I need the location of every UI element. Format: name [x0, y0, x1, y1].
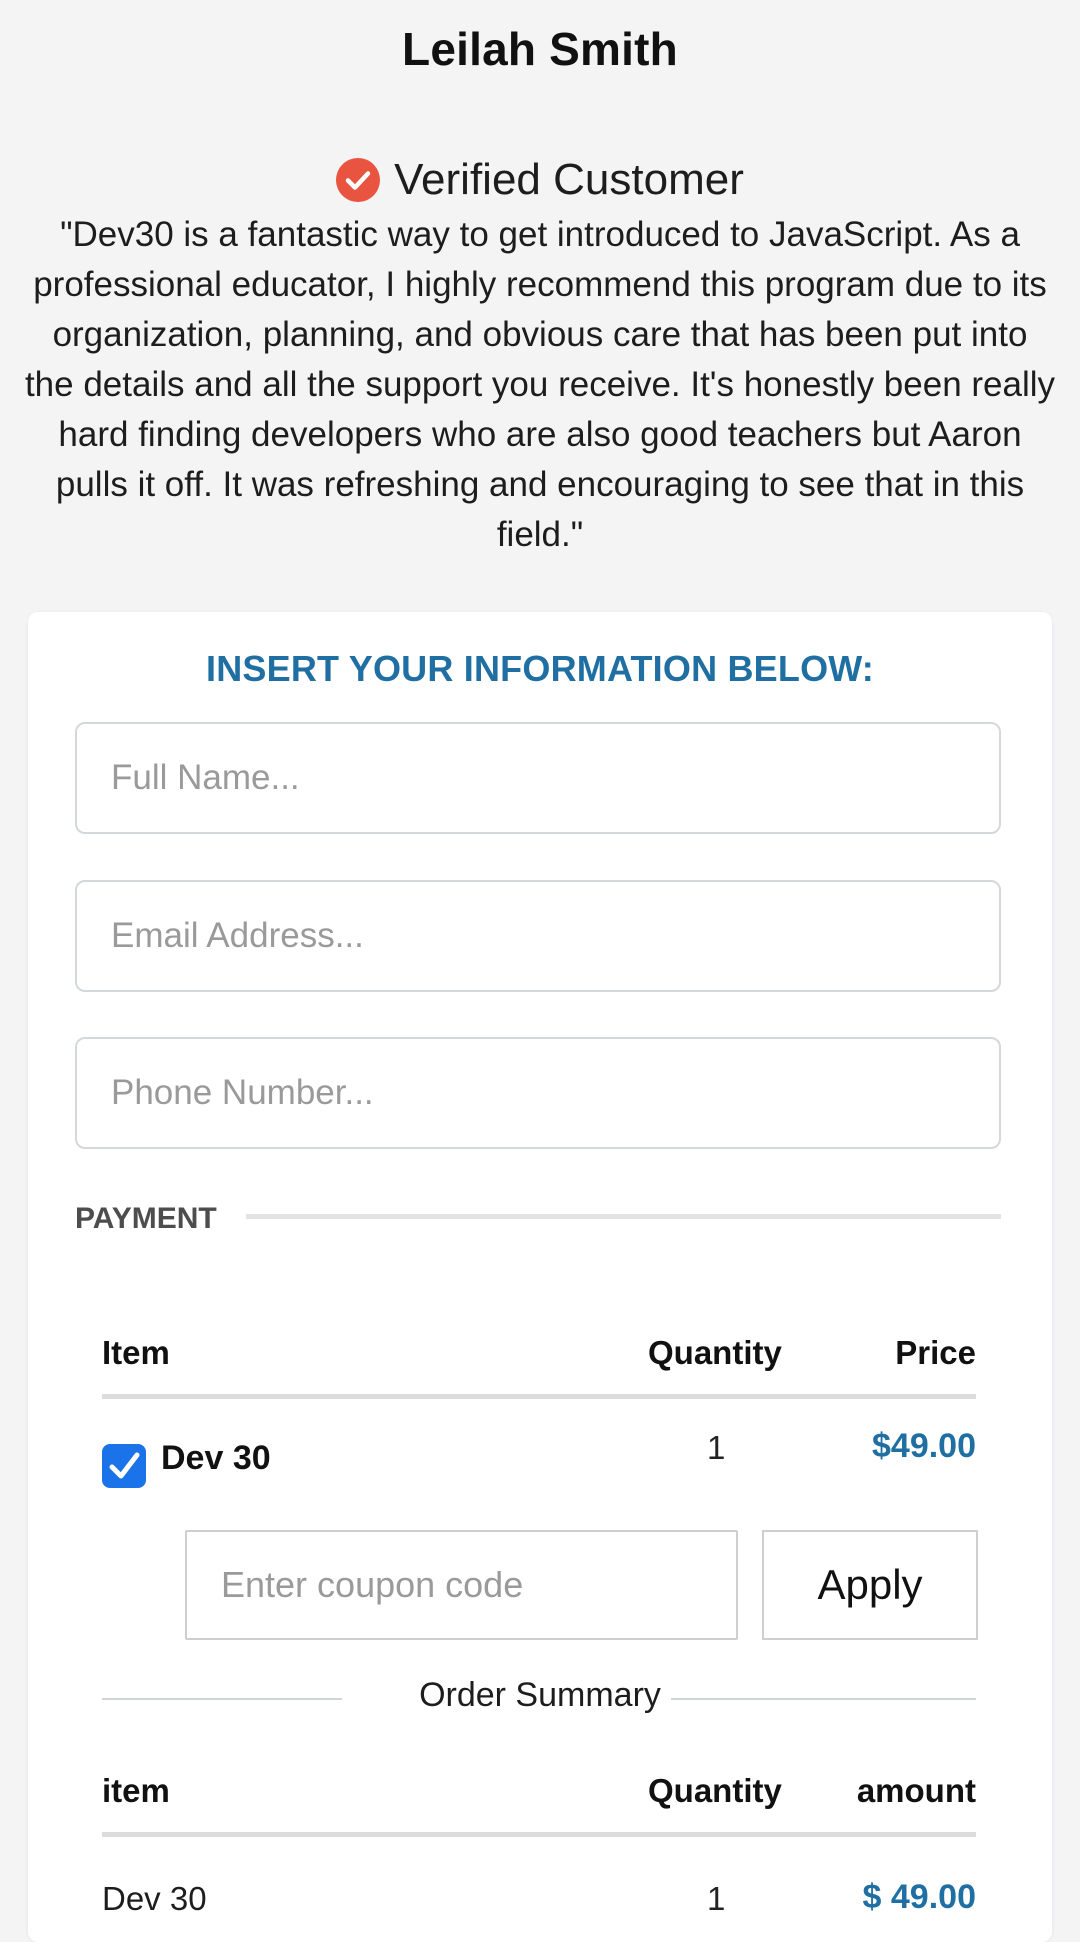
summary-header-item: item	[102, 1772, 170, 1809]
testimonial-quote: "Dev30 is a fantastic way to get introdu…	[24, 215, 1056, 554]
customer-name: Leilah Smith	[402, 23, 678, 75]
summary-item-name: Dev 30	[102, 1880, 207, 1917]
summary-header-divider	[102, 1832, 976, 1837]
payment-item-name: Dev 30	[161, 1439, 271, 1477]
verified-label: Verified Customer	[394, 155, 744, 204]
email-input[interactable]	[75, 880, 1001, 992]
summary-item-quantity: 1	[707, 1880, 726, 1917]
payment-section-label: PAYMENT	[75, 1202, 217, 1235]
payment-item-price: $49.00	[872, 1427, 976, 1465]
apply-coupon-button[interactable]: Apply	[762, 1530, 978, 1640]
summary-header-quantity: Quantity	[648, 1772, 782, 1809]
order-summary-label: Order Summary	[419, 1676, 661, 1714]
payment-header-divider	[102, 1394, 976, 1399]
dev30-checkbox[interactable]	[102, 1444, 146, 1488]
checkout-form-card: INSERT YOUR INFORMATION BELOW: PAYMENT I…	[28, 612, 1052, 1942]
form-title: INSERT YOUR INFORMATION BELOW:	[206, 648, 874, 689]
checkout-page: Leilah Smith Verified Customer "Dev30 is…	[0, 0, 1080, 1942]
payment-header-price: Price	[895, 1334, 976, 1371]
payment-item-quantity: 1	[707, 1429, 726, 1466]
phone-input[interactable]	[75, 1037, 1001, 1149]
summary-header-amount: amount	[856, 1772, 976, 1809]
verified-badge: Verified Customer	[0, 155, 1080, 205]
check-circle-icon	[336, 158, 381, 202]
summary-item-amount: $ 49.00	[862, 1878, 976, 1916]
payment-divider	[246, 1214, 1001, 1219]
payment-header-quantity: Quantity	[648, 1334, 782, 1371]
coupon-code-input[interactable]	[185, 1530, 738, 1640]
checkmark-icon	[109, 1452, 140, 1479]
payment-header-item: Item	[102, 1334, 170, 1371]
full-name-input[interactable]	[75, 722, 1001, 834]
